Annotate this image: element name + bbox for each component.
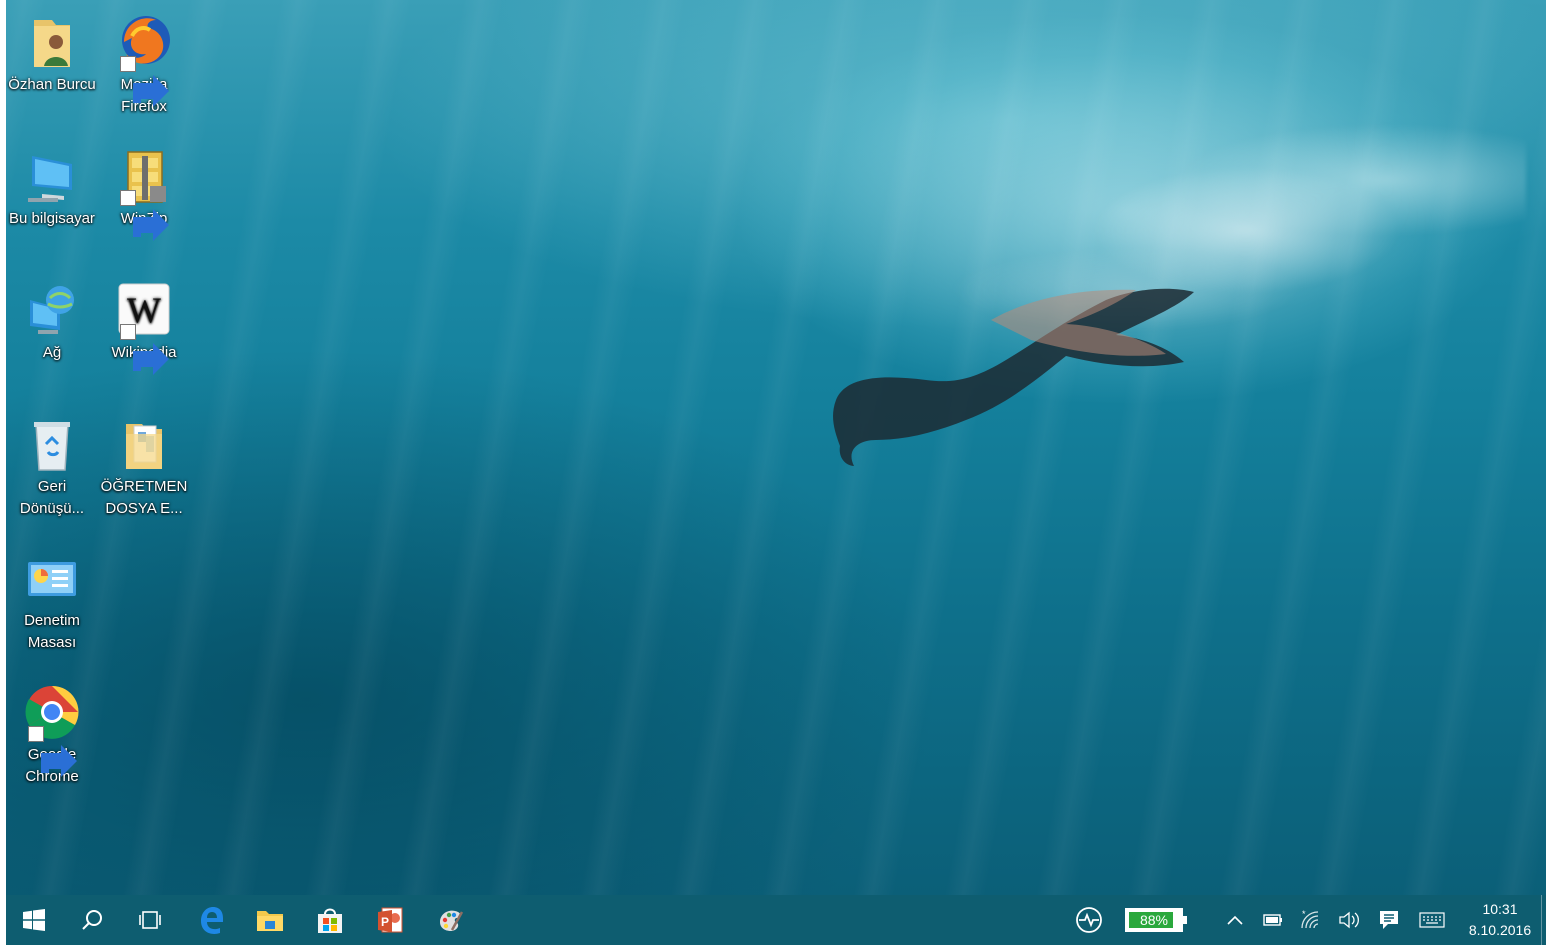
icon-label: DOSYA E... bbox=[105, 500, 183, 517]
tray-battery[interactable] bbox=[1258, 895, 1288, 945]
taskbar-powerpoint[interactable]: P bbox=[362, 895, 418, 945]
icon-label: Masası bbox=[27, 634, 77, 651]
wifi-icon: * bbox=[1301, 910, 1319, 929]
taskbar: P 88% * 10:31 8.10.2016 bbox=[6, 895, 1546, 945]
task-view-button[interactable] bbox=[122, 895, 178, 945]
freediver-image bbox=[833, 288, 1194, 466]
icon-label: Denetim bbox=[24, 612, 80, 629]
volume-icon bbox=[1339, 911, 1359, 929]
wikipedia-icon: W bbox=[116, 280, 172, 375]
icon-label: Bu bilgisayar bbox=[9, 210, 95, 227]
desktop-icon-winzip[interactable]: WinZip bbox=[98, 138, 190, 241]
tray-volume[interactable] bbox=[1334, 895, 1364, 945]
icon-label: Özhan Burcu bbox=[8, 76, 96, 93]
start-icon bbox=[23, 909, 45, 931]
winzip-icon bbox=[116, 146, 172, 241]
search-icon bbox=[82, 910, 102, 930]
control-panel-icon bbox=[24, 548, 80, 608]
shortcut-arrow-icon bbox=[28, 726, 77, 777]
clock-date: 8.10.2016 bbox=[1468, 922, 1532, 938]
icon-label: Dönüşü... bbox=[19, 500, 85, 517]
icon-label: Ağ bbox=[42, 344, 62, 361]
shortcut-arrow-icon bbox=[120, 190, 169, 241]
desktop-icon-recycle-bin[interactable]: Geri Dönüşü... bbox=[6, 406, 98, 520]
network-icon bbox=[24, 280, 80, 340]
chrome-icon bbox=[24, 682, 80, 777]
action-center-button[interactable] bbox=[1373, 895, 1405, 945]
tray-health-monitor[interactable] bbox=[1061, 895, 1117, 945]
svg-text:*: * bbox=[1302, 910, 1306, 919]
desktop-icon-firefox[interactable]: Mozilla Firefox bbox=[98, 4, 190, 118]
desktop-icon-user-folder[interactable]: Özhan Burcu bbox=[6, 4, 98, 96]
this-pc-icon bbox=[24, 146, 80, 206]
action-center-icon bbox=[1380, 911, 1398, 929]
desktop-icon-wikipedia[interactable]: W Wikipedia bbox=[98, 272, 190, 375]
taskbar-edge[interactable] bbox=[184, 895, 240, 945]
show-hidden-icons-button[interactable] bbox=[1220, 895, 1250, 945]
taskbar-clock[interactable]: 10:31 8.10.2016 bbox=[1462, 899, 1538, 941]
battery-icon bbox=[1263, 914, 1282, 926]
battery-percentage-indicator[interactable]: 88% bbox=[1125, 908, 1187, 932]
store-icon bbox=[318, 908, 342, 933]
desktop-icon-chrome[interactable]: Google Chrome bbox=[6, 674, 98, 788]
folder-icon bbox=[116, 414, 172, 474]
paint-icon bbox=[440, 910, 464, 931]
svg-text:P: P bbox=[381, 915, 389, 929]
powerpoint-icon: P bbox=[378, 907, 403, 933]
battery-percent-label: 88% bbox=[1139, 912, 1169, 928]
show-desktop-button[interactable] bbox=[1541, 895, 1546, 945]
battery-terminal bbox=[1183, 916, 1187, 924]
health-monitor-icon bbox=[1076, 907, 1102, 933]
desktop-icon-this-pc[interactable]: Bu bilgisayar bbox=[6, 138, 98, 230]
task-view-icon bbox=[139, 911, 161, 929]
desktop-icon-control-panel[interactable]: Denetim Masası bbox=[6, 540, 98, 654]
touch-keyboard-icon bbox=[1419, 912, 1445, 928]
shortcut-arrow-icon bbox=[120, 56, 169, 107]
clock-time: 10:31 bbox=[1482, 901, 1518, 917]
desktop-wallpaper[interactable]: Özhan Burcu Bu bilgisayar Ağ Geri Dönüşü… bbox=[6, 0, 1546, 895]
search-button[interactable] bbox=[64, 895, 120, 945]
tray-wifi[interactable]: * bbox=[1296, 895, 1326, 945]
taskbar-store[interactable] bbox=[302, 895, 358, 945]
edge-icon bbox=[201, 907, 223, 934]
taskbar-file-explorer[interactable] bbox=[242, 895, 298, 945]
icon-label: ÖĞRETMEN bbox=[100, 478, 188, 495]
recycle-bin-icon bbox=[24, 414, 80, 474]
desktop-icon-network[interactable]: Ağ bbox=[6, 272, 98, 364]
file-explorer-icon bbox=[257, 911, 283, 931]
taskbar-paint[interactable] bbox=[422, 895, 478, 945]
touch-keyboard-button[interactable] bbox=[1414, 895, 1450, 945]
chevron-up-icon bbox=[1227, 915, 1243, 925]
user-folder-icon bbox=[24, 12, 80, 72]
icon-label: Geri bbox=[37, 478, 67, 495]
start-button[interactable] bbox=[6, 895, 62, 945]
desktop-icon-teacher-folder[interactable]: ÖĞRETMEN DOSYA E... bbox=[98, 406, 190, 520]
firefox-icon bbox=[116, 12, 172, 107]
shortcut-arrow-icon bbox=[120, 324, 169, 375]
